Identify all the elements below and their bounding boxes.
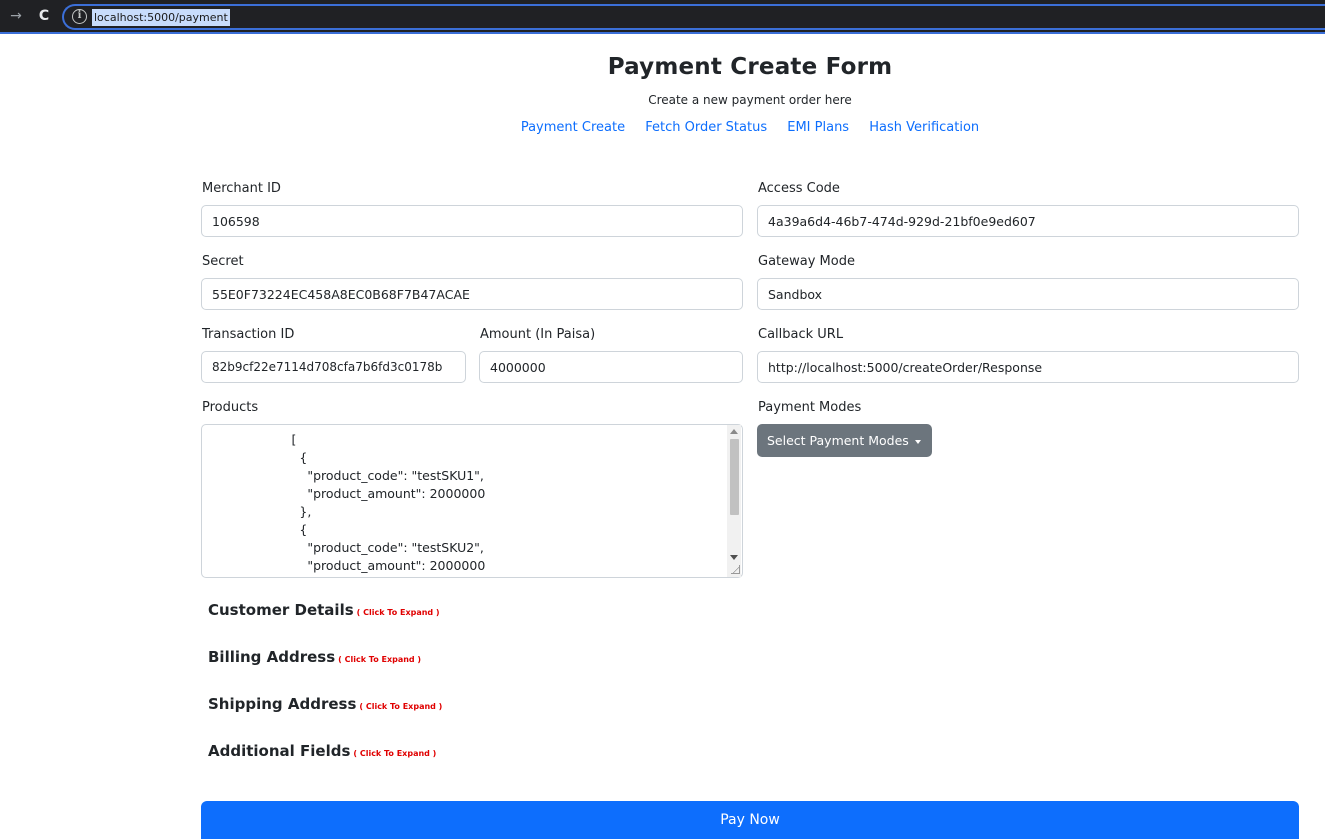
expand-hint: ( Click To Expand ) [338, 655, 422, 664]
nav-link-fetch-order-status[interactable]: Fetch Order Status [645, 120, 767, 135]
caret-down-icon [914, 439, 921, 444]
section-title: Customer Details [208, 601, 354, 619]
page-subtitle: Create a new payment order here [648, 93, 852, 107]
gateway-mode-label: Gateway Mode [758, 254, 855, 269]
scroll-down-arrow-icon[interactable] [730, 555, 738, 560]
reload-icon[interactable]: C [36, 8, 52, 24]
billing-address-toggle[interactable]: Billing Address( Click To Expand ) [208, 648, 421, 666]
scroll-up-arrow-icon[interactable] [730, 429, 738, 434]
address-bar[interactable]: i localhost:5000/payment [62, 4, 1325, 30]
products-scrollbar[interactable] [727, 425, 741, 577]
products-label: Products [202, 400, 259, 415]
section-title: Billing Address [208, 648, 336, 666]
nav-link-emi-plans[interactable]: EMI Plans [787, 120, 849, 135]
nav-link-payment-create[interactable]: Payment Create [521, 120, 625, 135]
browser-toolbar: → C i localhost:5000/payment [0, 0, 1325, 34]
payment-modes-dropdown-label: Select Payment Modes [767, 433, 909, 448]
additional-fields-toggle[interactable]: Additional Fields( Click To Expand ) [208, 742, 436, 760]
payment-modes-label: Payment Modes [758, 400, 862, 415]
shipping-address-toggle[interactable]: Shipping Address( Click To Expand ) [208, 695, 442, 713]
pay-now-button[interactable]: Pay Now [201, 801, 1299, 839]
info-icon[interactable]: i [72, 9, 87, 24]
transaction-id-label: Transaction ID [202, 327, 295, 342]
page-title: Payment Create Form [607, 54, 893, 80]
access-code-label: Access Code [758, 181, 840, 196]
address-bar-url[interactable]: localhost:5000/payment [92, 9, 230, 26]
top-nav-links: Payment Create Fetch Order Status EMI Pl… [0, 120, 1325, 135]
merchant-id-label: Merchant ID [202, 181, 281, 196]
expand-hint: ( Click To Expand ) [359, 702, 443, 711]
secret-label: Secret [202, 254, 244, 269]
scrollbar-thumb[interactable] [730, 439, 739, 515]
amount-input[interactable] [479, 351, 743, 383]
products-textarea[interactable]: [ { "product_code": "testSKU1", "product… [201, 424, 743, 578]
textarea-resize-handle-icon[interactable] [731, 565, 740, 574]
amount-label: Amount (In Paisa) [480, 327, 596, 342]
secret-input[interactable] [201, 278, 743, 310]
merchant-id-input[interactable] [201, 205, 743, 237]
callback-url-input[interactable] [757, 351, 1299, 383]
forward-arrow-icon[interactable]: → [8, 8, 24, 24]
expand-hint: ( Click To Expand ) [353, 749, 437, 758]
access-code-input[interactable] [757, 205, 1299, 237]
callback-url-label: Callback URL [758, 327, 844, 342]
nav-link-hash-verification[interactable]: Hash Verification [869, 120, 979, 135]
section-title: Additional Fields [208, 742, 351, 760]
customer-details-toggle[interactable]: Customer Details( Click To Expand ) [208, 601, 440, 619]
gateway-mode-input[interactable] [757, 278, 1299, 310]
expand-hint: ( Click To Expand ) [356, 608, 440, 617]
transaction-id-input[interactable] [201, 351, 466, 383]
section-title: Shipping Address [208, 695, 357, 713]
payment-modes-dropdown[interactable]: Select Payment Modes [757, 424, 932, 457]
